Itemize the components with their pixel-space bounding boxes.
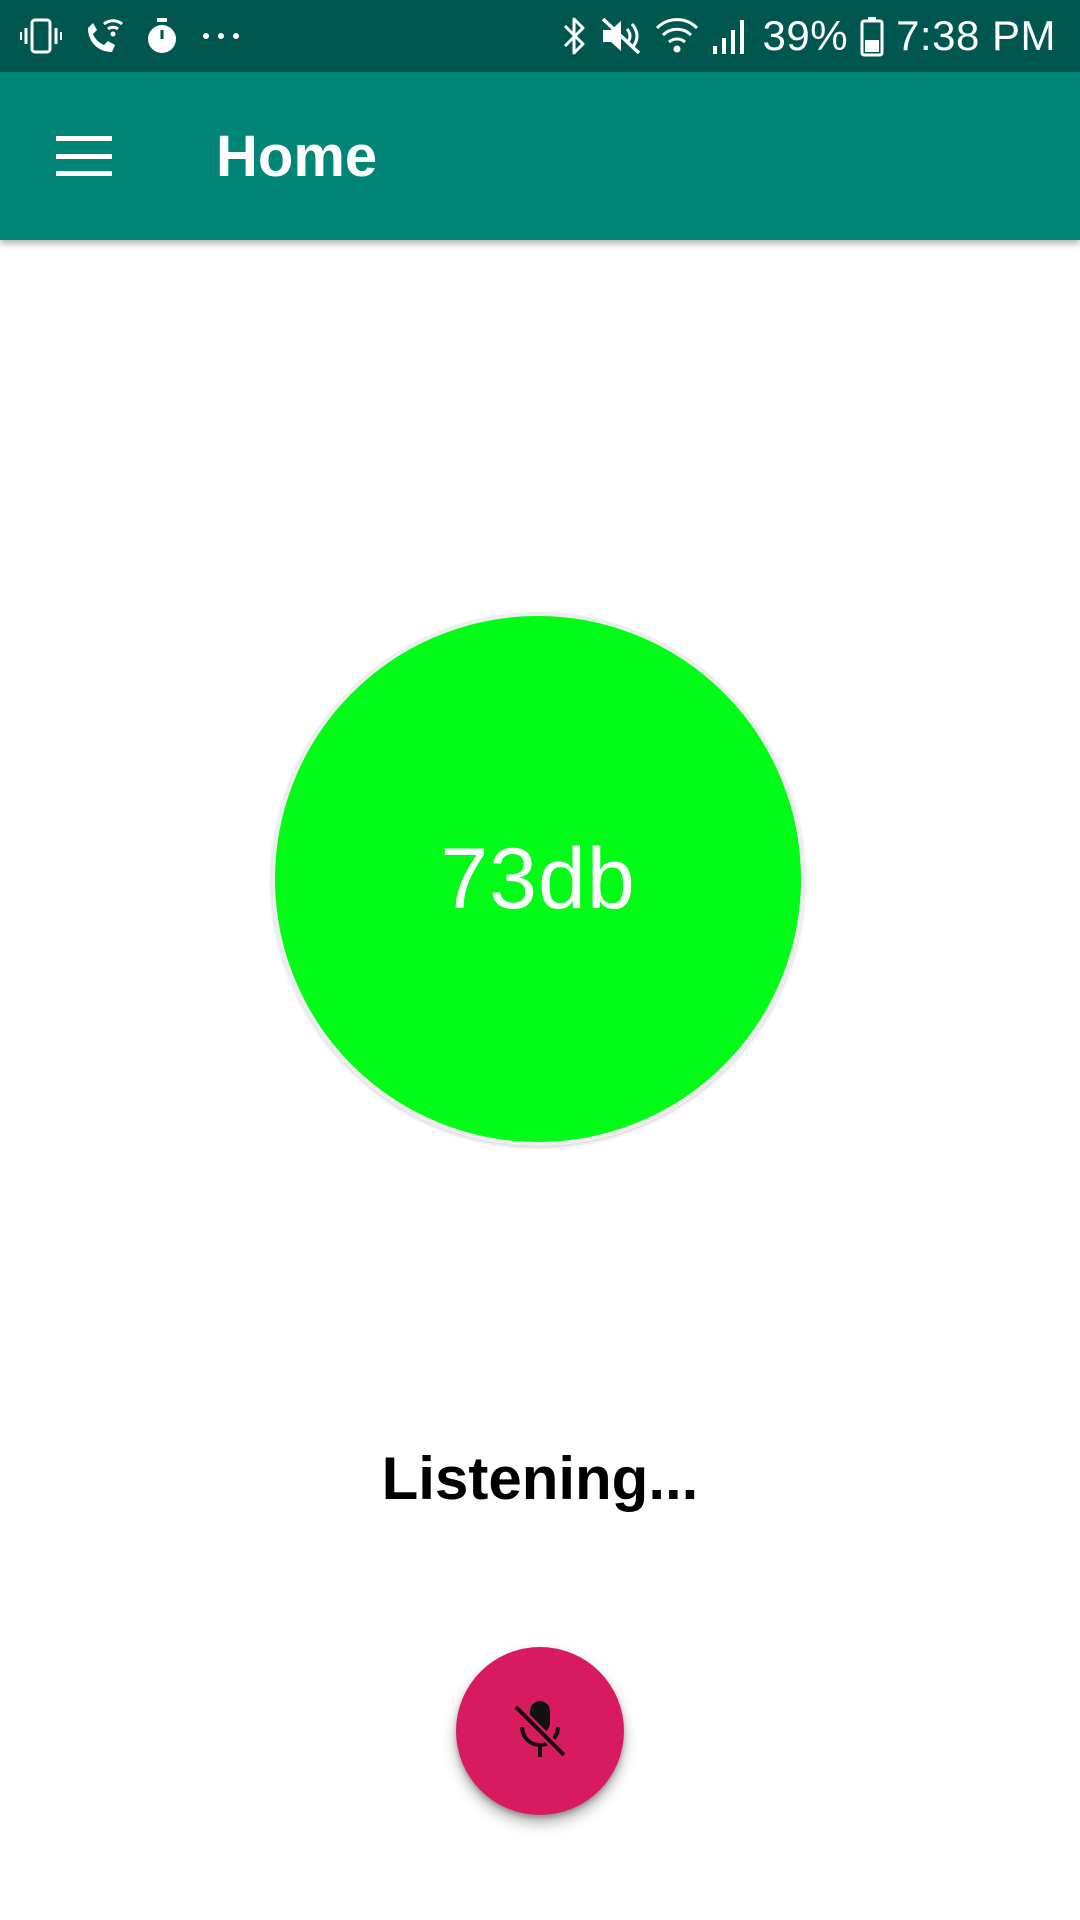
- battery-icon: [860, 15, 884, 57]
- bluetooth-icon: [561, 15, 587, 57]
- stopwatch-icon: [144, 16, 180, 56]
- clock: 7:38 PM: [896, 12, 1056, 59]
- battery-percent: 39%: [762, 12, 849, 59]
- mute-icon: [599, 15, 643, 57]
- menu-button[interactable]: [24, 96, 144, 216]
- app-bar: Home: [0, 72, 1080, 240]
- menu-icon: [56, 136, 112, 176]
- more-notifications-icon: [200, 16, 242, 56]
- listening-status: Listening...: [381, 1445, 699, 1512]
- status-bar-left: [20, 0, 262, 72]
- page-title: Home: [216, 123, 378, 189]
- signal-icon: [711, 16, 751, 56]
- status-bar-right: 39% 7:38 PM: [549, 0, 1056, 72]
- sound-level-value: 73db: [440, 830, 636, 927]
- sound-level-indicator: 73db: [271, 612, 805, 1146]
- wifi-icon: [655, 16, 699, 56]
- mic-off-icon: [510, 1697, 570, 1766]
- wifi-calling-icon: [82, 16, 124, 56]
- status-bar: 39% 7:38 PM: [0, 0, 1080, 72]
- mic-toggle-button[interactable]: [456, 1647, 624, 1815]
- vibrate-icon: [20, 16, 62, 56]
